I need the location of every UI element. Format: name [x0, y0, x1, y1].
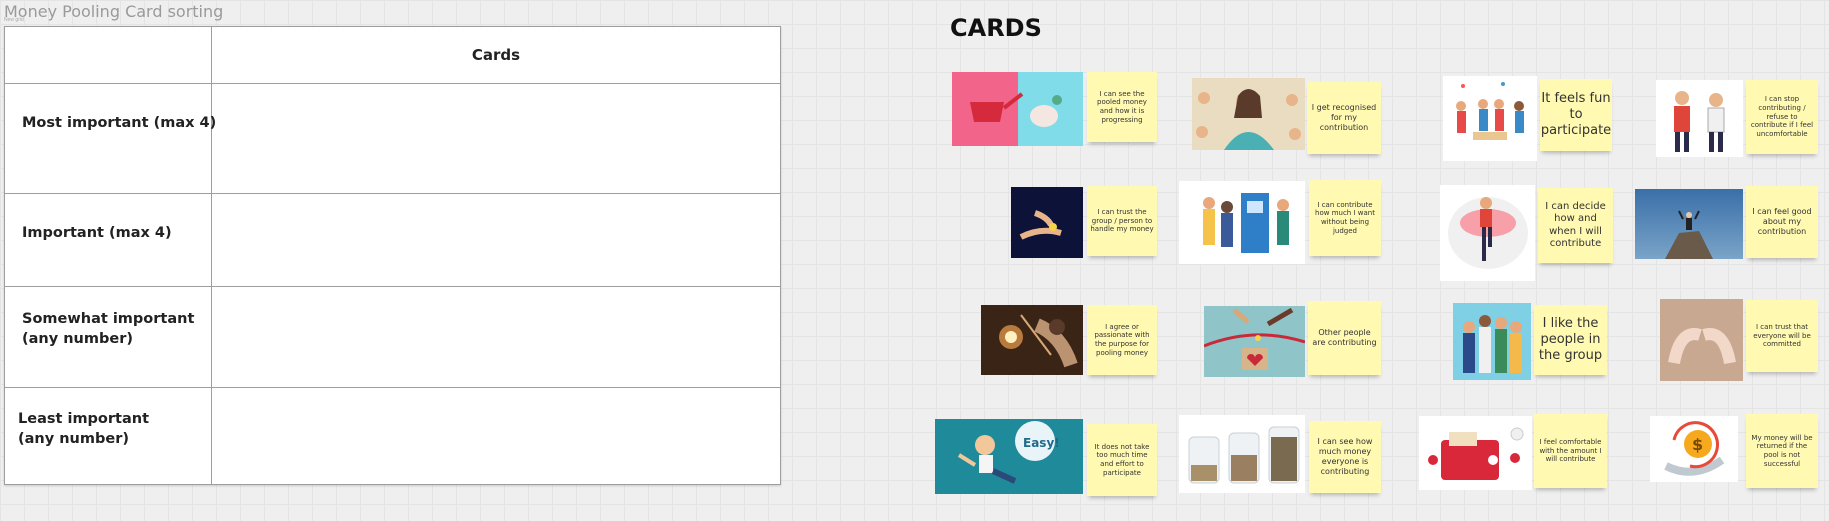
column-divider: [211, 27, 212, 484]
sticky-note-card-11[interactable]: I like the people in the group: [1534, 305, 1607, 375]
frame-title[interactable]: Money Pooling Card sorting: [4, 2, 223, 21]
frame-subtitle: New grid: [4, 17, 24, 23]
row-divider: [5, 387, 780, 388]
sticky-note-card-15[interactable]: I feel comfortable with the amount I wil…: [1534, 414, 1607, 488]
row-label-somewhat-important: Somewhat important (any number): [22, 311, 195, 347]
pinky-promise-image[interactable]: [1660, 299, 1743, 381]
sticky-note-card-9[interactable]: I agree or passionate with the purpose f…: [1087, 305, 1157, 375]
row-divider: [5, 83, 780, 84]
sticky-note-card-3[interactable]: It feels fun to participate: [1540, 79, 1612, 151]
row-label-most-important: Most important (max 4): [22, 115, 217, 131]
two-people-talking-image[interactable]: [1656, 80, 1743, 157]
sticky-note-card-7[interactable]: I can decide how and when I will contrib…: [1538, 188, 1613, 263]
sticky-note-card-16[interactable]: My money will be returned if the pool is…: [1746, 414, 1818, 488]
sticky-note-card-13[interactable]: It does not take too much time and effor…: [1087, 424, 1157, 496]
sorting-table[interactable]: Cards Most important (max 4) Important (…: [4, 26, 781, 485]
sticky-note-card-10[interactable]: Other people are contributing: [1308, 301, 1381, 375]
svg-text:Easy!: Easy!: [1023, 436, 1060, 450]
sticky-note-card-5[interactable]: I can trust the group / person to handle…: [1087, 186, 1157, 256]
hands-passing-coin-image[interactable]: [1011, 187, 1083, 258]
dollar-coin-refund-image[interactable]: $: [1650, 416, 1738, 482]
easy-cartoon-image[interactable]: Easy!: [935, 419, 1083, 494]
sticky-note-card-1[interactable]: I can see the pooled money and how it is…: [1087, 72, 1157, 142]
man-on-rock-image[interactable]: [1635, 189, 1743, 259]
hands-dropping-coins-image[interactable]: [1204, 306, 1305, 377]
sticky-note-card-2[interactable]: I get recognised for my contribution: [1307, 82, 1381, 154]
violinist-image[interactable]: [981, 305, 1083, 375]
people-at-atm-image[interactable]: [1179, 181, 1305, 264]
group-of-friends-image[interactable]: [1453, 303, 1531, 380]
person-on-piggy-bank-image[interactable]: [1440, 185, 1535, 281]
coin-jars-image[interactable]: [1179, 415, 1305, 493]
celebrating-group-image[interactable]: [1443, 76, 1537, 161]
row-divider: [5, 193, 780, 194]
sticky-note-card-12[interactable]: I can trust that everyone will be commit…: [1746, 300, 1818, 372]
sticky-note-card-4[interactable]: I can stop contributing / refuse to cont…: [1746, 80, 1818, 154]
watering-can-piggy-bank-image[interactable]: [952, 72, 1083, 146]
svg-text:$: $: [1692, 435, 1703, 454]
row-label-least-important: Least important (any number): [18, 411, 150, 447]
row-label-important: Important (max 4): [22, 225, 172, 241]
cards-column-header: Cards: [471, 46, 521, 64]
red-wallet-image[interactable]: [1419, 416, 1532, 490]
sticky-note-card-8[interactable]: I can feel good about my contribution: [1746, 186, 1818, 258]
row-divider: [5, 286, 780, 287]
sticky-note-card-14[interactable]: I can see how much money everyone is con…: [1309, 421, 1381, 493]
cards-section-title: CARDS: [950, 14, 1042, 42]
woman-applause-image[interactable]: [1192, 78, 1305, 150]
sticky-note-card-6[interactable]: I can contribute how much I want without…: [1309, 180, 1381, 256]
